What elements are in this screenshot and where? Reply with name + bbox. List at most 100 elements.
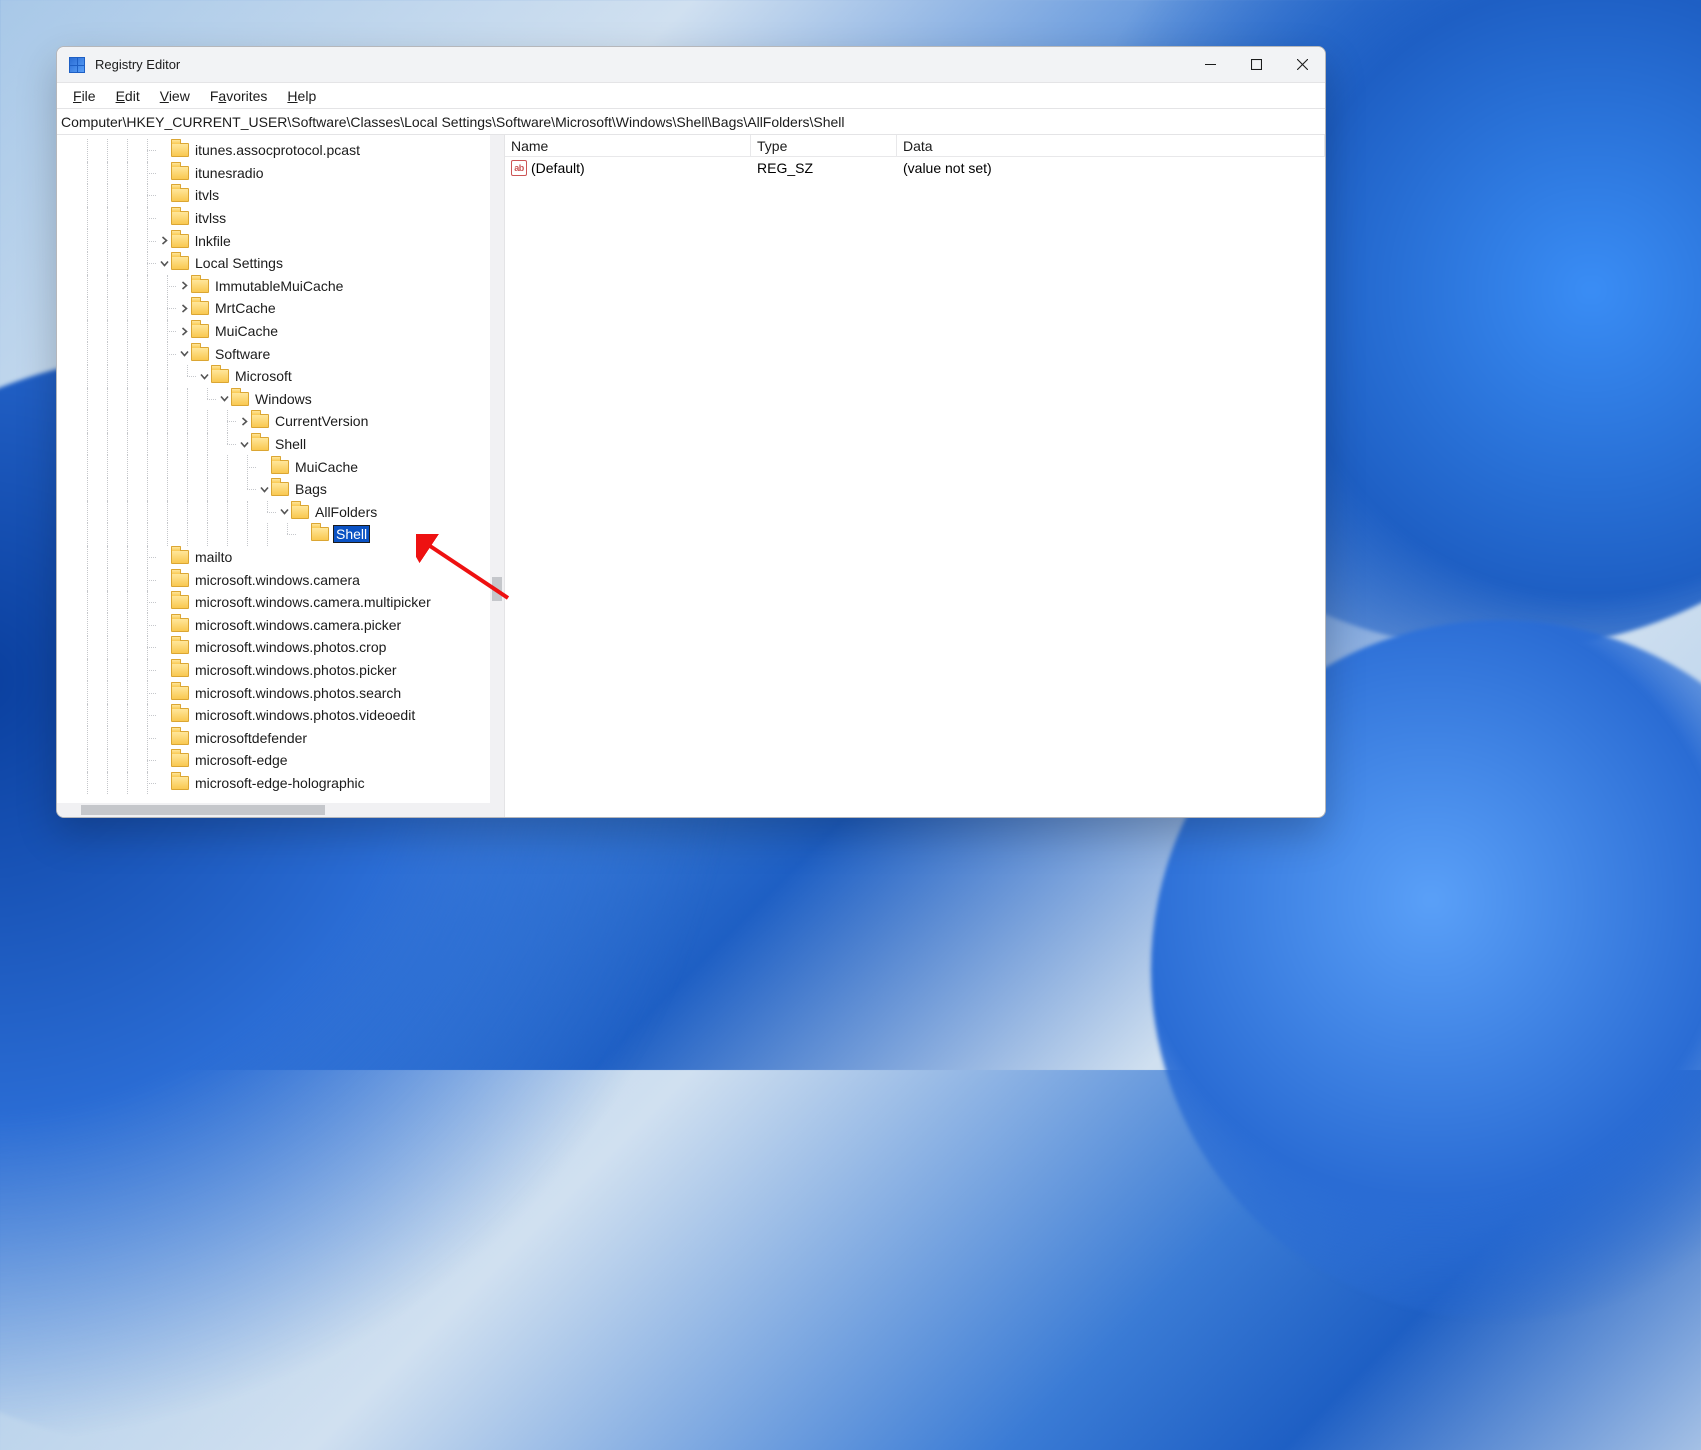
folder-icon <box>171 640 189 654</box>
tree-node[interactable]: MrtCache <box>57 297 504 320</box>
menu-file[interactable]: File <box>63 86 106 106</box>
column-headers: Name Type Data <box>505 135 1325 157</box>
tree-horizontal-scrollbar[interactable] <box>57 803 504 817</box>
tree-node-label: Local Settings <box>193 255 285 271</box>
folder-icon <box>171 618 189 632</box>
tree-node-label: microsoft.windows.camera <box>193 572 362 588</box>
maximize-button[interactable] <box>1233 47 1279 83</box>
tree-node-label: microsoft.windows.photos.crop <box>193 639 388 655</box>
tree-node[interactable]: CurrentVersion <box>57 410 504 433</box>
tree-node[interactable]: mailto <box>57 546 504 569</box>
value-row[interactable]: ab(Default)REG_SZ(value not set) <box>505 157 1325 179</box>
folder-icon <box>171 663 189 677</box>
tree-node-label: MrtCache <box>213 300 278 316</box>
chevron-down-icon[interactable] <box>157 252 171 274</box>
chevron-right-icon[interactable] <box>237 410 251 432</box>
menu-favorites[interactable]: Favorites <box>200 86 278 106</box>
tree-node[interactable]: MuiCache <box>57 455 504 478</box>
folder-icon <box>191 279 209 293</box>
chevron-down-icon[interactable] <box>257 478 271 500</box>
chevron-down-icon[interactable] <box>197 365 211 387</box>
folder-icon <box>171 550 189 564</box>
tree-node[interactable]: microsoft.windows.photos.crop <box>57 636 504 659</box>
address-text: Computer\HKEY_CURRENT_USER\Software\Clas… <box>61 114 845 130</box>
tree-node[interactable]: AllFolders <box>57 501 504 524</box>
chevron-down-icon[interactable] <box>177 343 191 365</box>
menu-edit[interactable]: Edit <box>106 86 150 106</box>
tree-node[interactable]: itvls <box>57 184 504 207</box>
tree-node-label: AllFolders <box>313 504 379 520</box>
chevron-right-icon[interactable] <box>157 230 171 252</box>
tree-node[interactable]: microsoft.windows.camera <box>57 568 504 591</box>
tree-node-label: microsoft.windows.photos.videoedit <box>193 707 417 723</box>
minimize-button[interactable] <box>1187 47 1233 83</box>
tree-node[interactable]: Shell <box>57 523 504 546</box>
tree-node[interactable]: MuiCache <box>57 320 504 343</box>
tree-node-label: itvlss <box>193 210 228 226</box>
column-header-name[interactable]: Name <box>505 135 751 156</box>
column-header-type[interactable]: Type <box>751 135 897 156</box>
tree-node-label: itunes.assocprotocol.pcast <box>193 142 362 158</box>
folder-icon <box>311 527 329 541</box>
tree-node[interactable]: ImmutableMuiCache <box>57 275 504 298</box>
close-button[interactable] <box>1279 47 1325 83</box>
tree-node[interactable]: itunes.assocprotocol.pcast <box>57 139 504 162</box>
tree-node[interactable]: microsoft.windows.photos.search <box>57 681 504 704</box>
tree-node[interactable]: itunesradio <box>57 162 504 185</box>
registry-editor-window: Registry Editor File Edit View Favorites… <box>56 46 1326 818</box>
folder-icon <box>171 256 189 270</box>
chevron-right-icon[interactable] <box>177 320 191 342</box>
folder-icon <box>211 369 229 383</box>
menu-view[interactable]: View <box>150 86 200 106</box>
tree-node-label: microsoft.windows.camera.picker <box>193 617 403 633</box>
tree-node[interactable]: microsoft.windows.camera.multipicker <box>57 591 504 614</box>
chevron-right-icon[interactable] <box>177 297 191 319</box>
tree-node[interactable]: Microsoft <box>57 365 504 388</box>
key-tree[interactable]: itunes.assocprotocol.pcast itunesradio itv… <box>57 135 504 803</box>
tree-node[interactable]: Software <box>57 342 504 365</box>
tree-node-label: Bags <box>293 481 329 497</box>
folder-icon <box>171 166 189 180</box>
tree-node[interactable]: microsoftdefender <box>57 726 504 749</box>
scrollbar-thumb[interactable] <box>81 805 325 815</box>
folder-icon <box>171 573 189 587</box>
tree-vertical-scrollbar[interactable] <box>490 135 504 803</box>
tree-node-label: MuiCache <box>213 323 280 339</box>
string-value-icon: ab <box>511 160 527 176</box>
chevron-down-icon[interactable] <box>217 388 231 410</box>
folder-icon <box>191 301 209 315</box>
address-bar[interactable]: Computer\HKEY_CURRENT_USER\Software\Clas… <box>57 109 1325 135</box>
tree-node[interactable]: Windows <box>57 388 504 411</box>
tree-node-label: lnkfile <box>193 233 233 249</box>
chevron-down-icon[interactable] <box>237 433 251 455</box>
tree-node[interactable]: Bags <box>57 478 504 501</box>
tree-node[interactable]: microsoft-edge-holographic <box>57 772 504 795</box>
tree-node-label: Software <box>213 346 272 362</box>
tree-node[interactable]: lnkfile <box>57 229 504 252</box>
value-name: (Default) <box>531 160 585 176</box>
menu-help[interactable]: Help <box>277 86 326 106</box>
scrollbar-thumb[interactable] <box>492 577 502 601</box>
tree-node[interactable]: microsoft.windows.photos.videoedit <box>57 704 504 727</box>
tree-node[interactable]: Local Settings <box>57 252 504 275</box>
folder-icon <box>271 482 289 496</box>
tree-node[interactable]: itvlss <box>57 207 504 230</box>
tree-node[interactable]: Shell <box>57 433 504 456</box>
column-header-data[interactable]: Data <box>897 135 1325 156</box>
app-icon <box>69 57 85 73</box>
tree-node-label: microsoft-edge <box>193 752 290 768</box>
tree-node-label: microsoft.windows.photos.picker <box>193 662 399 678</box>
tree-node-label: itvls <box>193 187 221 203</box>
folder-icon <box>171 234 189 248</box>
values-pane: Name Type Data ab(Default)REG_SZ(value n… <box>505 135 1325 817</box>
tree-node[interactable]: microsoft-edge <box>57 749 504 772</box>
chevron-right-icon[interactable] <box>177 275 191 297</box>
tree-node[interactable]: microsoft.windows.photos.picker <box>57 659 504 682</box>
folder-icon <box>191 347 209 361</box>
titlebar[interactable]: Registry Editor <box>57 47 1325 83</box>
tree-node-label[interactable]: Shell <box>333 525 370 543</box>
chevron-down-icon[interactable] <box>277 501 291 523</box>
value-data: (value not set) <box>897 160 1325 176</box>
folder-icon <box>171 776 189 790</box>
tree-node[interactable]: microsoft.windows.camera.picker <box>57 613 504 636</box>
